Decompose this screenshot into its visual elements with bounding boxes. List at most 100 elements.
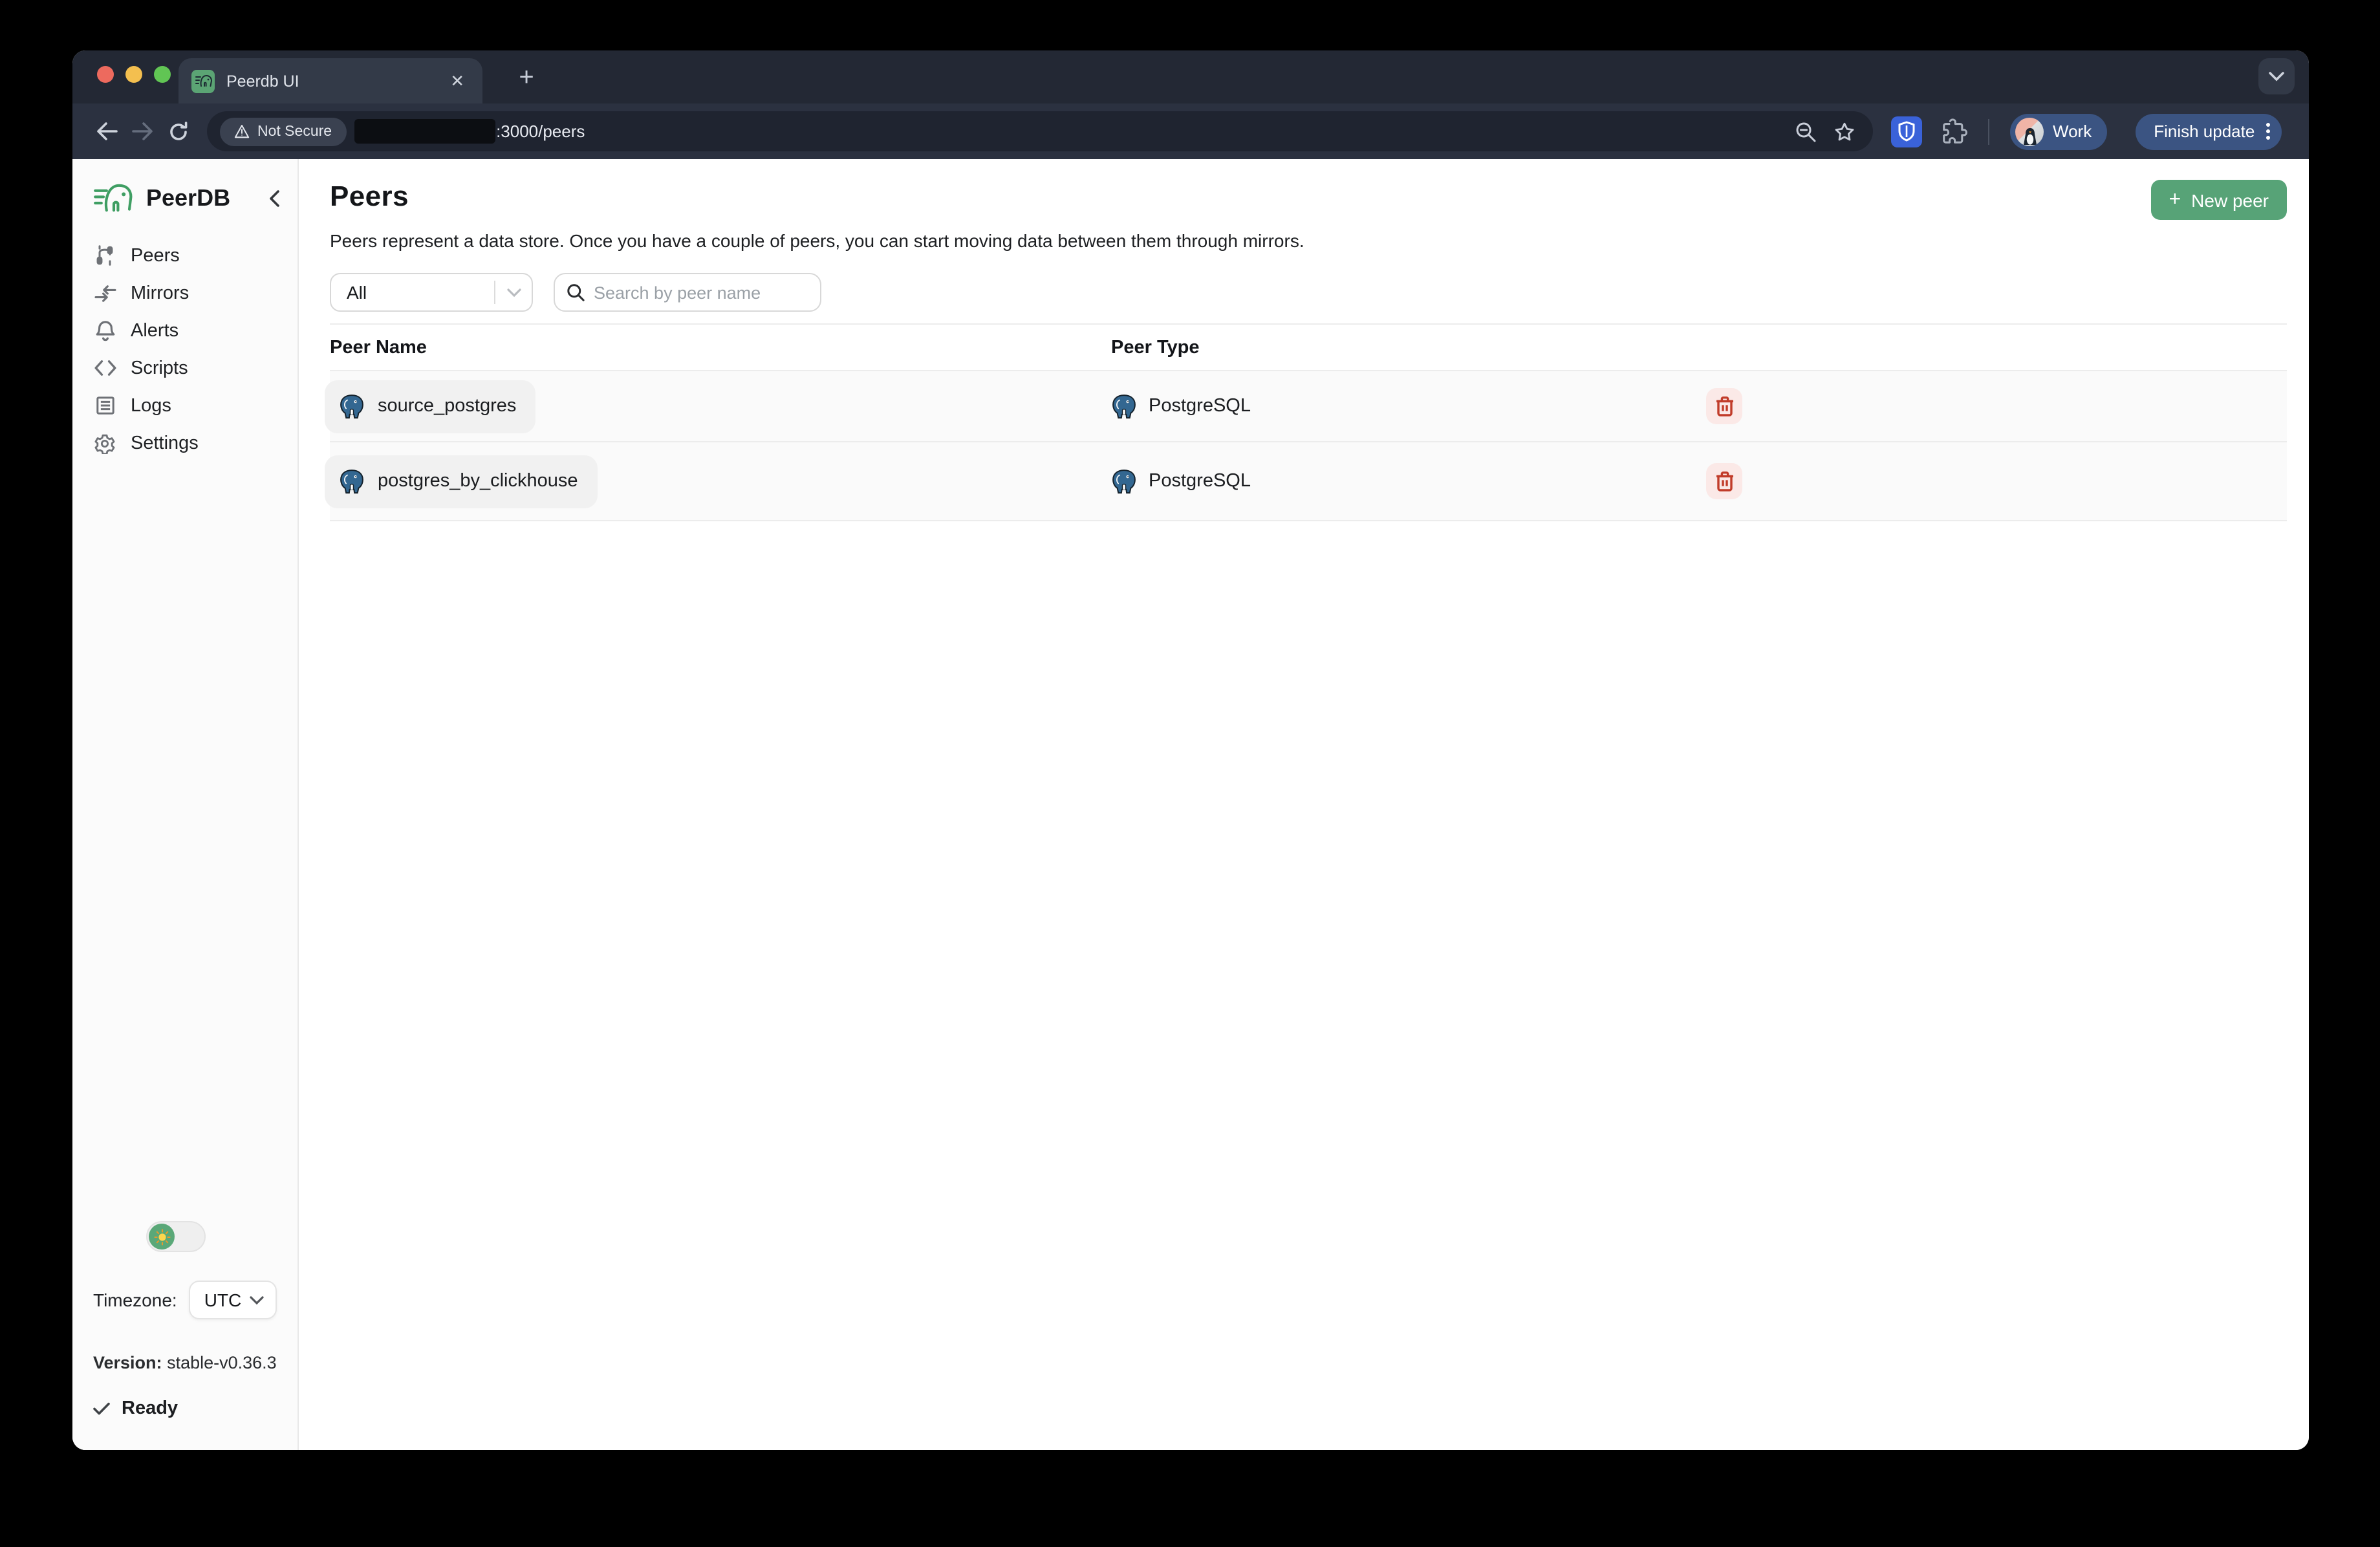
extensions-puzzle-icon[interactable] xyxy=(1940,118,1967,145)
peer-type-text: PostgreSQL xyxy=(1149,396,1251,416)
timezone-select[interactable]: UTC xyxy=(189,1281,277,1319)
page-description: Peers represent a data store. Once you h… xyxy=(330,230,1304,251)
peer-type-filter-dropdown[interactable]: All xyxy=(330,273,533,312)
search-icon xyxy=(567,283,585,301)
delete-peer-button[interactable] xyxy=(1706,388,1742,424)
peer-name-text: source_postgres xyxy=(378,396,516,416)
browser-profile-chip[interactable]: Work xyxy=(2010,113,2107,149)
window-controls xyxy=(97,66,171,83)
postgres-elephant-icon xyxy=(1111,393,1137,419)
status-label: Ready xyxy=(122,1398,178,1419)
status-indicator: Ready xyxy=(93,1398,277,1419)
app-logo-text: PeerDB xyxy=(146,184,269,211)
page-title: Peers xyxy=(330,180,1304,213)
peer-name-text: postgres_by_clickhouse xyxy=(378,471,578,492)
browser-menu-kebab-icon[interactable] xyxy=(2266,123,2270,140)
back-icon[interactable] xyxy=(88,113,124,149)
table-header-row: Peer Name Peer Type xyxy=(330,323,2287,371)
not-secure-chip[interactable]: Not Secure xyxy=(220,117,346,146)
finish-update-button[interactable]: Finish update xyxy=(2136,113,2282,149)
column-header-peer-name: Peer Name xyxy=(330,337,1111,358)
theme-toggle[interactable] xyxy=(146,1221,206,1252)
column-header-peer-type: Peer Type xyxy=(1111,337,1706,358)
address-bar[interactable]: Not Secure :3000/peers xyxy=(207,111,1873,151)
tab-strip: Peerdb UI ✕ + xyxy=(72,50,2309,103)
bitwarden-extension-icon[interactable] xyxy=(1891,116,1922,147)
sidebar-item-settings[interactable]: Settings xyxy=(72,424,298,462)
sidebar-item-label: Settings xyxy=(131,433,199,453)
fullscreen-window-button[interactable] xyxy=(154,66,171,83)
sidebar-collapse-icon[interactable] xyxy=(269,189,279,206)
version-info: Version: stable-v0.36.3 xyxy=(93,1353,277,1372)
peer-name-link[interactable]: source_postgres xyxy=(325,380,536,433)
timezone-value: UTC xyxy=(204,1290,250,1310)
chevron-down-icon xyxy=(250,1295,264,1304)
peer-type-text: PostgreSQL xyxy=(1149,471,1251,492)
toolbar-divider xyxy=(1988,118,1989,144)
search-input[interactable] xyxy=(594,283,808,302)
sidebar-nav: Peers Mirrors Alerts xyxy=(72,237,298,462)
reload-icon[interactable] xyxy=(160,113,197,149)
browser-tab-peerdb[interactable]: Peerdb UI ✕ xyxy=(178,58,482,103)
postgres-elephant-icon xyxy=(1111,468,1137,494)
peers-table: Peer Name Peer Type source_postgres xyxy=(330,323,2287,521)
timezone-label: Timezone: xyxy=(93,1290,177,1310)
light-mode-sun-icon xyxy=(149,1224,175,1250)
profile-avatar xyxy=(2015,117,2044,146)
sidebar-item-label: Mirrors xyxy=(131,283,189,303)
peerdb-favicon-icon xyxy=(191,69,215,92)
table-row[interactable]: postgres_by_clickhouse PostgreSQL xyxy=(330,442,2287,521)
bell-icon xyxy=(93,319,116,341)
plus-icon: + xyxy=(2169,188,2181,211)
peer-type-cell: PostgreSQL xyxy=(1111,468,1706,494)
new-peer-button[interactable]: + New peer xyxy=(2150,180,2287,220)
swap-arrows-icon xyxy=(93,284,116,302)
sidebar: PeerDB Peers xyxy=(72,159,299,1450)
peerdb-logo-icon xyxy=(93,181,135,215)
screen: Peerdb UI ✕ + Not Secure xyxy=(0,0,2380,1547)
sidebar-footer: Timezone: UTC Version: stable-v0.36.3 xyxy=(72,1221,298,1419)
sidebar-item-label: Peers xyxy=(131,245,180,266)
trash-icon xyxy=(1715,471,1734,492)
version-label: Version: xyxy=(93,1353,162,1372)
sidebar-item-mirrors[interactable]: Mirrors xyxy=(72,274,298,312)
postgres-elephant-icon xyxy=(339,393,365,419)
postgres-elephant-icon xyxy=(339,468,365,494)
peer-name-link[interactable]: postgres_by_clickhouse xyxy=(325,455,598,508)
chevron-down-icon xyxy=(495,288,532,297)
sidebar-item-alerts[interactable]: Alerts xyxy=(72,312,298,349)
warning-triangle-icon xyxy=(234,124,250,138)
not-secure-label: Not Secure xyxy=(257,124,332,139)
browser-window: Peerdb UI ✕ + Not Secure xyxy=(72,50,2309,1450)
document-lines-icon xyxy=(93,396,116,415)
sidebar-item-peers[interactable]: Peers xyxy=(72,237,298,274)
tab-title: Peerdb UI xyxy=(226,72,445,90)
filter-selected-value: All xyxy=(331,282,494,303)
table-row[interactable]: source_postgres PostgreSQL xyxy=(330,371,2287,442)
sidebar-item-label: Scripts xyxy=(131,358,188,378)
new-tab-button[interactable]: + xyxy=(510,61,543,94)
forward-icon[interactable] xyxy=(124,113,160,149)
delete-peer-button[interactable] xyxy=(1706,463,1742,499)
gear-icon xyxy=(93,433,116,453)
url-text: :3000/peers xyxy=(496,122,1795,141)
peer-type-cell: PostgreSQL xyxy=(1111,393,1706,419)
tab-search-button[interactable] xyxy=(2258,58,2295,94)
main-content: Peers Peers represent a data store. Once… xyxy=(299,159,2309,1450)
sidebar-item-label: Logs xyxy=(131,395,171,416)
trash-icon xyxy=(1715,396,1734,416)
redacted-host xyxy=(354,119,495,144)
minimize-window-button[interactable] xyxy=(125,66,142,83)
version-value: stable-v0.36.3 xyxy=(167,1353,277,1372)
bookmark-star-icon[interactable] xyxy=(1834,121,1855,142)
zoom-out-indicator-icon[interactable] xyxy=(1795,121,1816,142)
close-tab-icon[interactable]: ✕ xyxy=(445,70,470,92)
code-icon xyxy=(93,360,116,376)
plug-icon xyxy=(93,244,116,266)
sidebar-item-logs[interactable]: Logs xyxy=(72,387,298,424)
close-window-button[interactable] xyxy=(97,66,114,83)
new-peer-label: New peer xyxy=(2191,189,2269,210)
peer-search-box xyxy=(554,273,821,312)
sidebar-item-scripts[interactable]: Scripts xyxy=(72,349,298,387)
sidebar-item-label: Alerts xyxy=(131,320,178,341)
